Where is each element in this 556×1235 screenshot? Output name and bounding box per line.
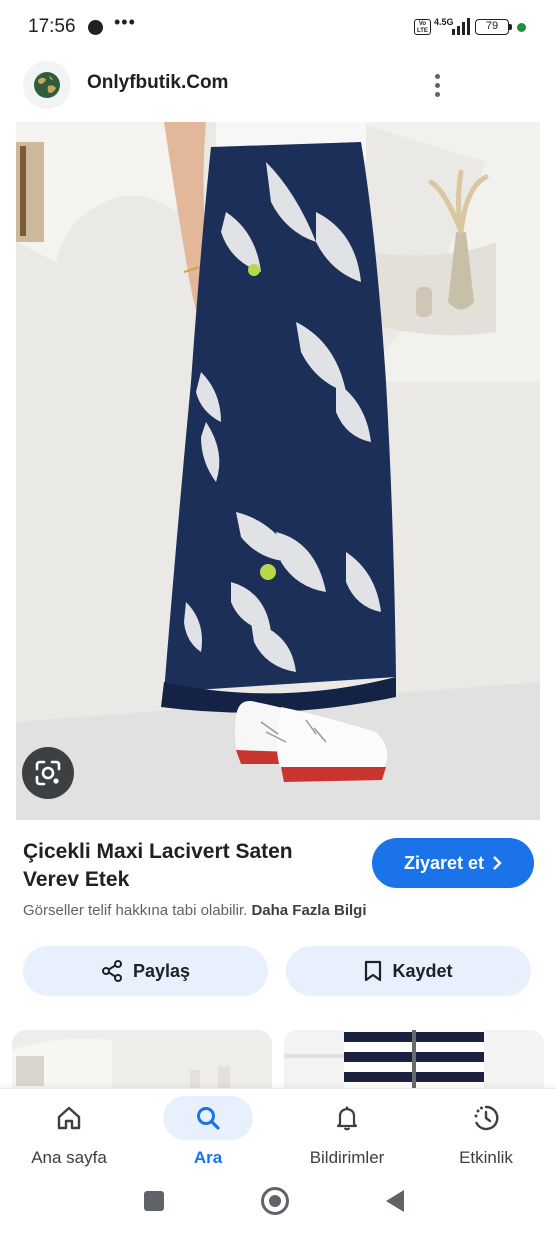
nav-notifications[interactable]: Bildirimler (292, 1096, 402, 1178)
nav-notifications-label: Bildirimler (309, 1148, 385, 1167)
back-icon[interactable] (386, 1190, 404, 1212)
product-image[interactable] (16, 122, 540, 820)
search-icon (163, 1096, 253, 1140)
volte-icon: Vo LTE (414, 19, 431, 35)
bookmark-icon (365, 960, 382, 982)
save-label: Kaydet (392, 960, 453, 981)
nav-activity-label: Etkinlik (459, 1148, 513, 1167)
nav-search[interactable]: Ara (153, 1096, 263, 1178)
product-title[interactable]: Çicekli Maxi Lacivert Saten Verev Etek (23, 838, 353, 894)
notification-dot-icon (88, 20, 103, 35)
nav-activity[interactable]: Etkinlik (431, 1096, 541, 1178)
visit-button[interactable]: Ziyaret et (372, 838, 534, 888)
status-clock: 17:56 (28, 16, 76, 37)
site-name[interactable]: Onlyfbutik.Com (87, 72, 228, 94)
visit-button-label: Ziyaret et (403, 852, 485, 873)
share-label: Paylaş (132, 960, 191, 981)
network-type: 4.5G (434, 17, 454, 27)
more-vert-icon[interactable] (424, 68, 450, 102)
home-icon (24, 1096, 114, 1140)
system-home-icon[interactable] (261, 1187, 289, 1215)
share-icon (101, 960, 122, 982)
chevron-right-icon (493, 856, 502, 870)
camera-in-use-dot (517, 23, 526, 32)
recents-icon[interactable] (144, 1191, 164, 1211)
share-button[interactable]: Paylaş (23, 946, 268, 996)
bell-icon (302, 1096, 392, 1140)
more-notifications-icon: ••• (114, 12, 136, 32)
status-bar (0, 0, 556, 56)
battery-icon: 79 (475, 19, 509, 35)
nav-search-label: Ara (193, 1148, 223, 1167)
more-info-link[interactable]: Daha Fazla Bilgi (251, 902, 366, 919)
nav-home[interactable]: Ana sayfa (14, 1096, 124, 1178)
copyright-notice: Görseller telif hakkına tabi olabilir. D… (23, 902, 366, 919)
battery-tip (509, 24, 512, 30)
signal-icon (452, 18, 470, 35)
site-header (0, 56, 556, 118)
google-lens-icon[interactable] (22, 747, 74, 799)
nav-home-label: Ana sayfa (31, 1148, 107, 1167)
globe-icon[interactable] (23, 61, 71, 109)
save-button[interactable]: Kaydet (286, 946, 531, 996)
copyright-text: Görseller telif hakkına tabi olabilir. (23, 902, 248, 919)
activity-icon (441, 1096, 531, 1140)
